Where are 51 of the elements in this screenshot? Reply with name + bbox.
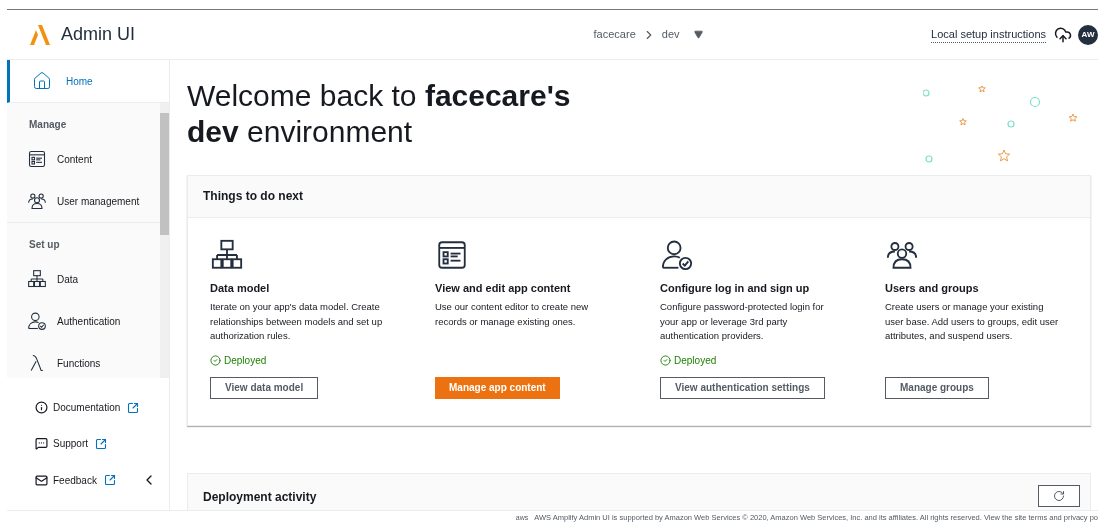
card-title: Deployment activity <box>203 488 317 506</box>
list-icon <box>27 149 47 169</box>
action-button[interactable]: View authentication settings <box>660 376 825 399</box>
task-description: Iterate on your app's data model. Create relationships between models and set up authorization rules. <box>210 300 384 344</box>
task-title: Configure log in and sign up <box>660 280 811 296</box>
section-heading: Set up <box>28 238 61 252</box>
task-description: Use our content editor to create new records or manage existing ones. <box>435 300 590 329</box>
check-circle-icon <box>210 354 221 366</box>
external-link[interactable]: Feedback <box>35 472 97 488</box>
status-text: Deployed <box>210 352 267 368</box>
external-link-icon <box>95 437 108 450</box>
app-name: Admin UI <box>61 23 136 46</box>
nav-item[interactable]: Data <box>7 258 160 300</box>
avatar[interactable]: AW <box>1078 24 1098 45</box>
action-button[interactable]: Manage groups <box>885 376 989 399</box>
mail-icon <box>35 473 48 487</box>
scrollbar[interactable] <box>160 103 169 378</box>
dropdown-icon[interactable] <box>693 30 703 39</box>
task-title: Users and groups <box>885 280 980 296</box>
nav-item[interactable]: Functions <box>7 342 160 384</box>
cloud-upload-icon[interactable] <box>1054 25 1072 44</box>
nav-item[interactable]: Authentication <box>7 300 160 342</box>
user-check-icon <box>27 311 47 331</box>
refresh-button[interactable] <box>1038 484 1080 507</box>
task-title: Data model <box>210 280 271 296</box>
refresh-icon <box>1053 489 1065 502</box>
setup-link[interactable]: Local setup instructions <box>931 25 1046 44</box>
people-icon <box>27 191 47 211</box>
task-description: Configure password-protected login for your app or leverage 3rd party authentication providers. <box>660 300 825 344</box>
external-link[interactable]: Support <box>35 436 89 451</box>
check-circle-icon <box>660 354 671 366</box>
status-text: Deployed <box>660 352 717 368</box>
action-button[interactable]: View data model <box>210 376 319 399</box>
info-icon <box>35 401 48 414</box>
external-link-icon <box>127 401 140 414</box>
logo-icon <box>29 24 53 45</box>
external-link[interactable]: Documentation <box>35 400 121 415</box>
welcome-heading: Welcome back to facecare's dev environment <box>187 78 572 150</box>
chat-icon <box>35 437 48 450</box>
breadcrumb-item[interactable]: dev <box>661 26 680 43</box>
home-icon <box>32 71 52 91</box>
nav-item[interactable]: Content <box>7 138 160 180</box>
task-description: Create users or manage your existing user base. Add users to groups, edit user attributes, and suspend users. <box>885 300 1060 344</box>
breadcrumb-item[interactable]: facecare <box>593 26 636 43</box>
hierarchy-icon <box>210 237 244 272</box>
external-link-icon <box>103 474 116 486</box>
section-heading: Manage <box>28 118 68 132</box>
hierarchy-icon <box>27 269 47 289</box>
nav-item[interactable]: User management <box>7 180 160 222</box>
card-title: Things to do next <box>203 188 303 206</box>
task-title: View and edit app content <box>435 280 572 296</box>
